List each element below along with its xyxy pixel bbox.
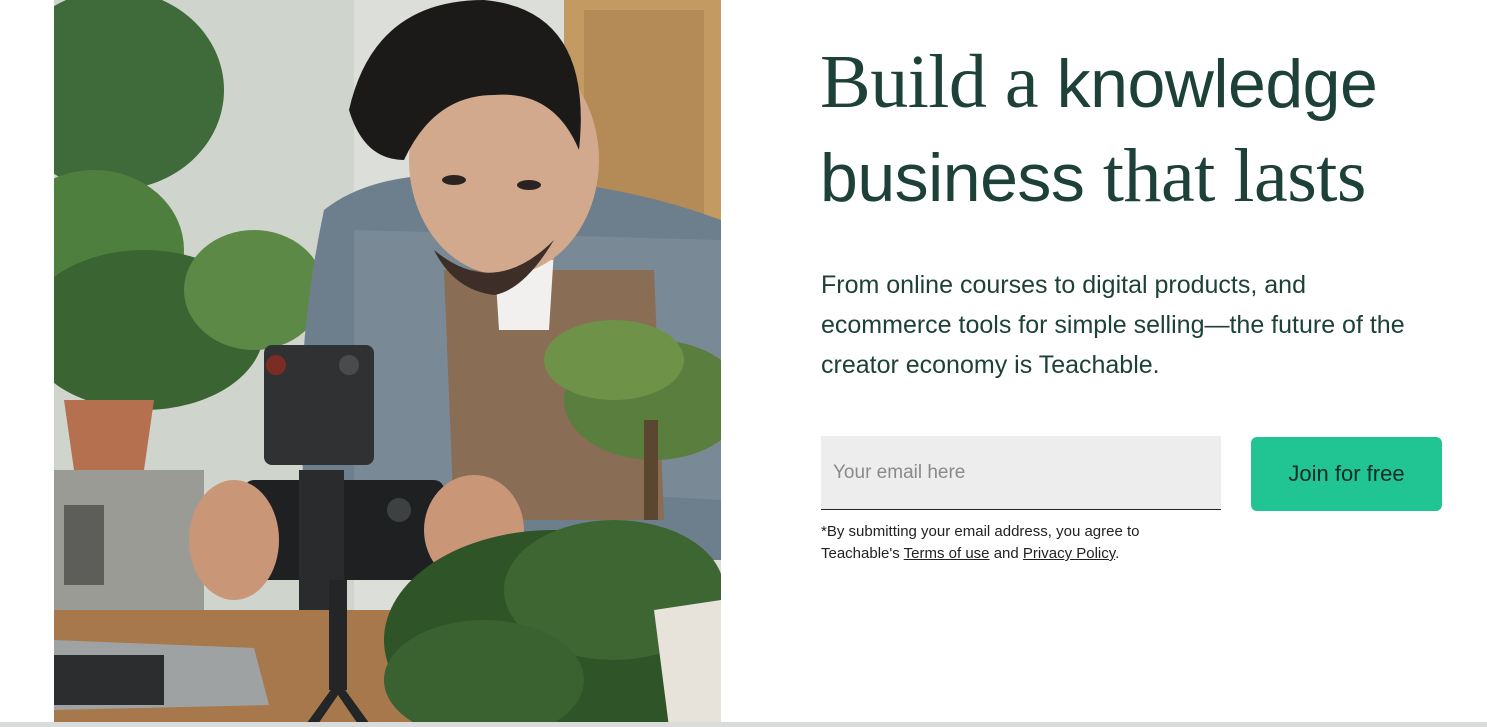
hero-photo [54, 0, 721, 727]
privacy-policy-link[interactable]: Privacy Policy [1023, 545, 1115, 562]
hero-headline: Build a knowledge business that lasts [820, 36, 1480, 224]
headline-part-knowledge: knowledge [1056, 46, 1378, 122]
disclaimer-suffix: . [1115, 545, 1120, 562]
join-for-free-button[interactable]: Join for free [1251, 437, 1442, 511]
terms-of-use-link[interactable]: Terms of use [904, 545, 990, 562]
headline-part-build: Build a [820, 40, 1057, 124]
signup-disclaimer: *By submitting your email address, you a… [821, 521, 1221, 565]
disclaimer-and: and [989, 545, 1023, 562]
hero-subcopy: From online courses to digital products,… [821, 271, 1405, 379]
headline-part-business: business [820, 140, 1085, 216]
headline-part-lasts: that lasts [1084, 134, 1367, 218]
email-input[interactable] [821, 436, 1221, 510]
page-bottom-divider [0, 722, 1487, 727]
